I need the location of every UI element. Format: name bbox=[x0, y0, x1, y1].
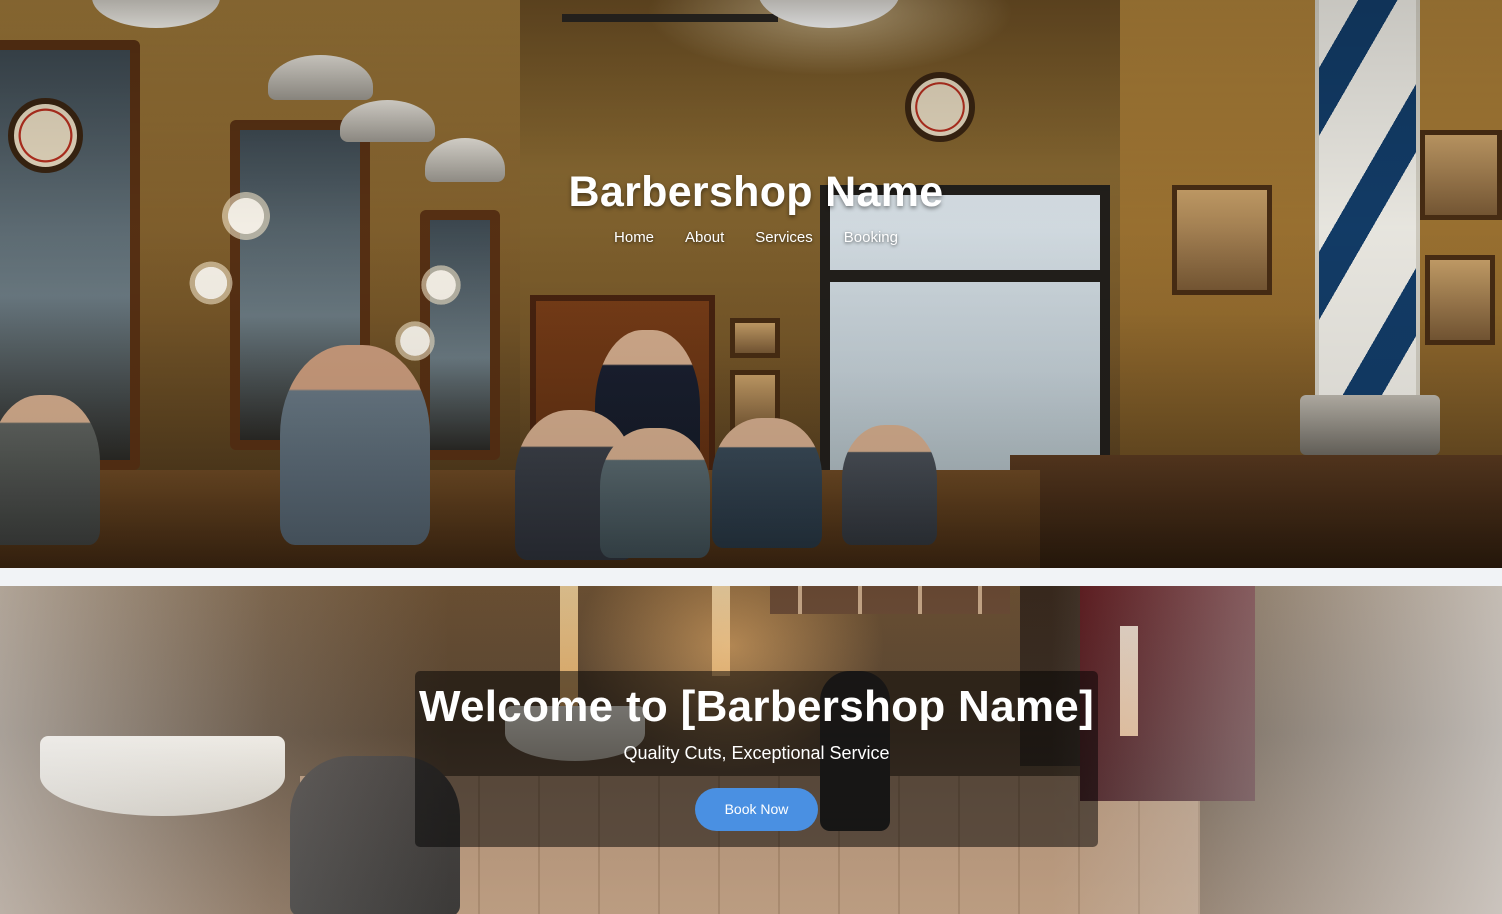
nav-link-booking[interactable]: Booking bbox=[844, 229, 898, 246]
hero-overlay-box: Welcome to [Barbershop Name] Quality Cut… bbox=[415, 671, 1098, 847]
nav-link-home[interactable]: Home bbox=[614, 229, 654, 246]
main-nav: Home About Services Booking bbox=[0, 229, 1502, 246]
header-overlay bbox=[0, 0, 1502, 568]
nav-link-about[interactable]: About bbox=[685, 229, 724, 246]
site-title: Barbershop Name bbox=[568, 168, 944, 216]
hero-section: Welcome to [Barbershop Name] Quality Cut… bbox=[0, 586, 1502, 914]
site-header: Barbershop Name Home About Services Book… bbox=[0, 0, 1502, 568]
hero-title: Welcome to [Barbershop Name] bbox=[418, 682, 1095, 731]
hero-subtitle: Quality Cuts, Exceptional Service bbox=[623, 743, 890, 763]
nav-link-services[interactable]: Services bbox=[755, 229, 813, 246]
book-now-button[interactable]: Book Now bbox=[695, 788, 818, 831]
